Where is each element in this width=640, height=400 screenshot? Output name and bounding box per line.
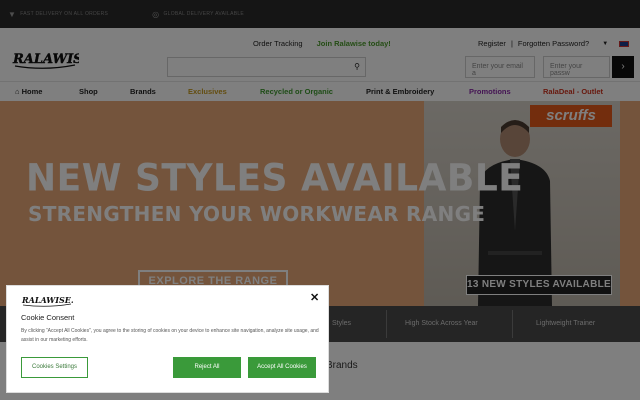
cookie-consent-dialog: RALAWISE.com ✕ Cookie Consent By clickin… [6, 285, 329, 393]
cookie-description: By clicking “Accept All Cookies”, you ag… [21, 328, 319, 343]
close-icon[interactable]: ✕ [310, 291, 319, 304]
cookie-logo-text: RALAWISE.com [21, 295, 73, 305]
cookies-settings-button[interactable]: Cookies Settings [21, 357, 88, 378]
accept-all-cookies-button[interactable]: Accept All Cookies [248, 357, 316, 378]
cookie-title: Cookie Consent [21, 313, 75, 322]
reject-all-button[interactable]: Reject All [173, 357, 241, 378]
cookie-logo: RALAWISE.com [21, 295, 73, 307]
